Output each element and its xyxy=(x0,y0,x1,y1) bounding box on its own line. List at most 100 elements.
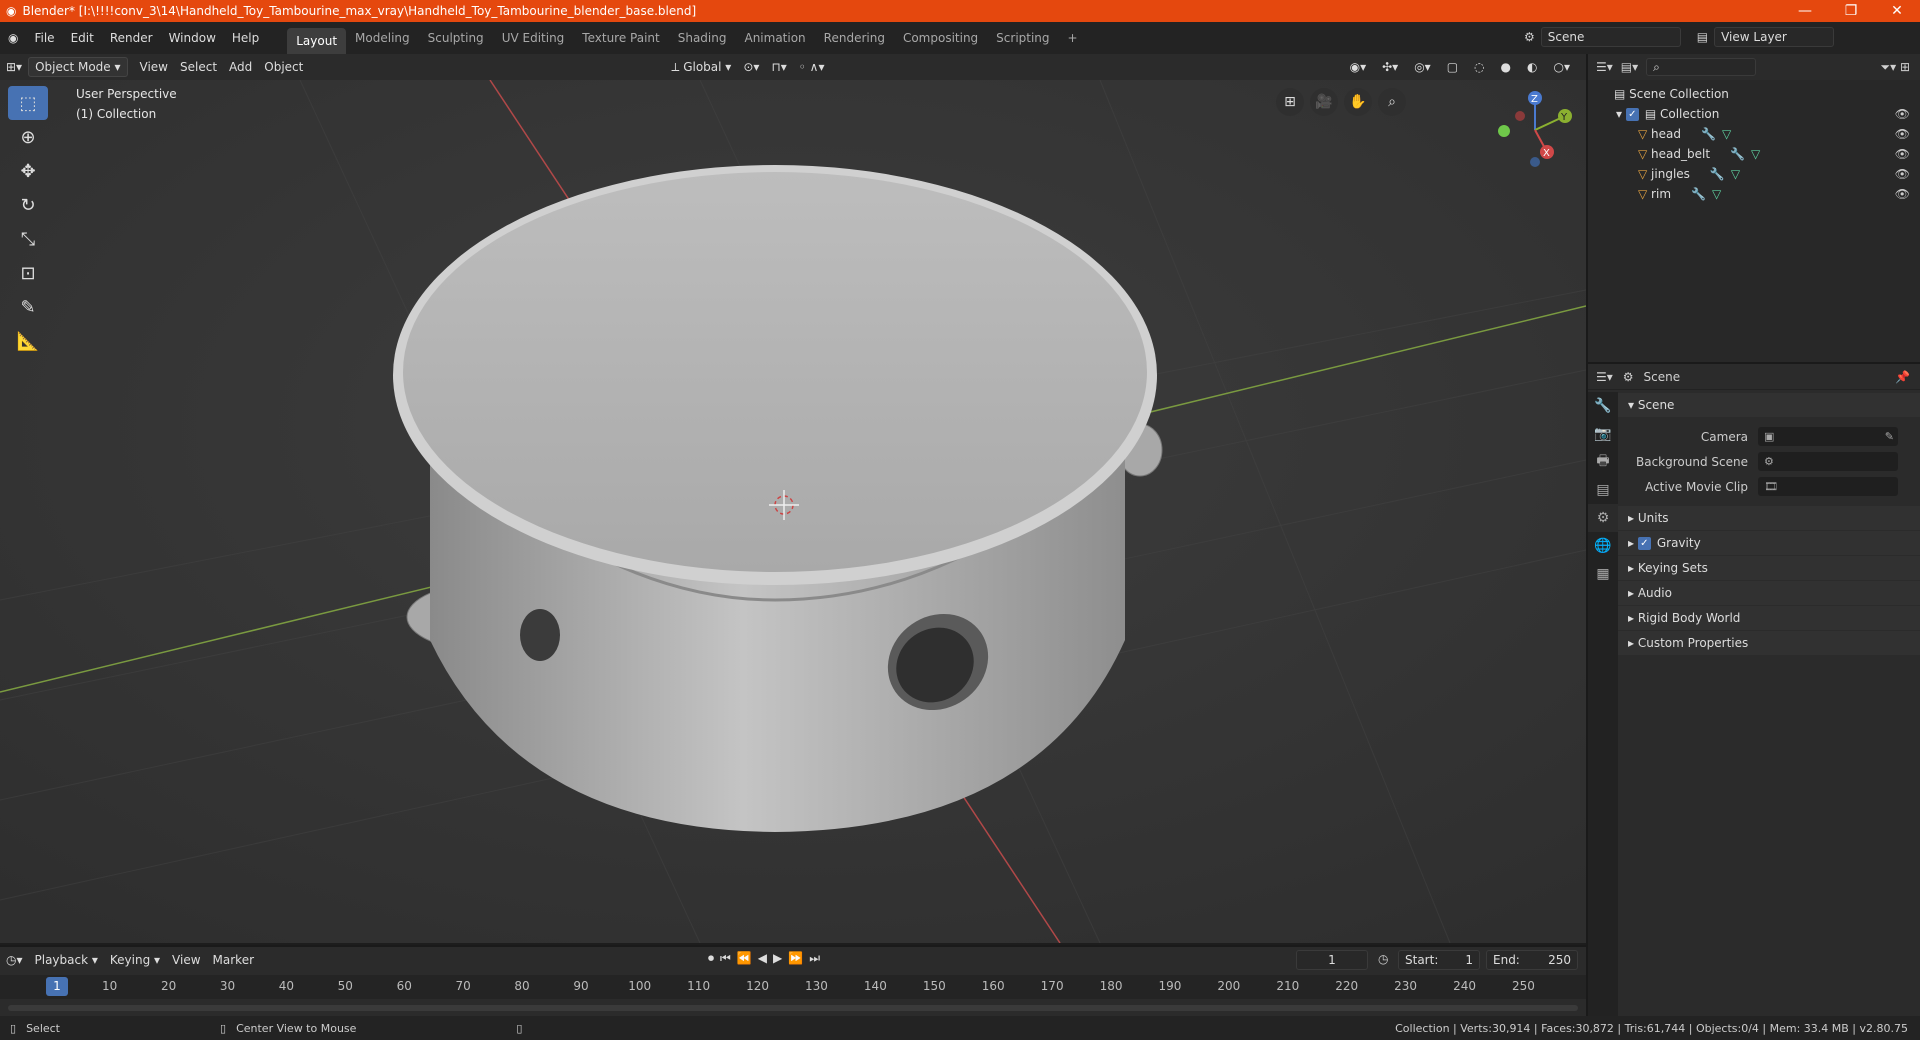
prev-keyframe-icon[interactable]: ⏪ xyxy=(737,951,752,966)
menu-window[interactable]: Window xyxy=(161,22,224,54)
menu-playback[interactable]: Playback ▾ xyxy=(29,950,104,970)
next-keyframe-icon[interactable]: ⏩ xyxy=(788,951,803,966)
proportional-edit-icon[interactable]: ◦ ∧▾ xyxy=(793,57,831,77)
transform-tool-icon[interactable]: ⊡ xyxy=(8,256,48,290)
view-layer-icon[interactable]: ▤ xyxy=(1697,30,1708,44)
gizmo-toggle-icon[interactable]: ✣▾ xyxy=(1376,57,1404,77)
tool-tab-icon[interactable]: 🔧 xyxy=(1588,392,1618,420)
collection-checkbox[interactable]: ✓ xyxy=(1625,107,1639,121)
start-frame-field[interactable]: Start: 1 xyxy=(1398,950,1480,970)
scene-section-header[interactable]: ▾ Scene xyxy=(1618,393,1920,417)
menu-help[interactable]: Help xyxy=(224,22,267,54)
shading-material-icon[interactable]: ◐ xyxy=(1521,57,1543,77)
move-tool-icon[interactable]: ✥ xyxy=(8,154,48,188)
menu-marker[interactable]: Marker xyxy=(207,950,260,970)
cursor-tool-icon[interactable]: ⊕ xyxy=(8,120,48,154)
tab-sculpting[interactable]: Sculpting xyxy=(419,22,493,54)
scene-selector[interactable]: Scene xyxy=(1540,27,1681,47)
scene-icon[interactable]: ⚙ xyxy=(1524,30,1535,44)
menu-select[interactable]: Select xyxy=(174,57,223,77)
timeline-editor-icon[interactable]: ◷▾ xyxy=(0,950,29,970)
gravity-checkbox[interactable]: ✓ xyxy=(1637,536,1651,550)
tab-compositing[interactable]: Compositing xyxy=(894,22,987,54)
camera-field[interactable]: ▣ ✎ xyxy=(1758,427,1898,446)
jump-start-icon[interactable]: ⏮ xyxy=(720,951,731,966)
zoom-icon[interactable]: ⌕ xyxy=(1378,88,1406,116)
filter-icon[interactable]: ⏷▾ ⊞ xyxy=(1881,60,1911,75)
tab-scripting[interactable]: Scripting xyxy=(987,22,1058,54)
outliner-scene-collection[interactable]: ▤ Scene Collection xyxy=(1588,84,1920,104)
rotate-tool-icon[interactable]: ↻ xyxy=(8,188,48,222)
end-frame-field[interactable]: End: 250 xyxy=(1486,950,1578,970)
properties-editor-icon[interactable]: ☰▾ xyxy=(1596,370,1613,384)
blender-menu-icon[interactable]: ◉ xyxy=(0,22,26,54)
tab-rendering[interactable]: Rendering xyxy=(815,22,894,54)
editor-type-icon[interactable]: ⊞▾ xyxy=(0,57,28,77)
add-workspace-button[interactable]: + xyxy=(1059,22,1087,54)
mode-selector[interactable]: Object Mode ▾ xyxy=(28,57,128,77)
display-mode-icon[interactable]: ▤▾ xyxy=(1621,60,1638,74)
overlay-toggle-icon[interactable]: ◎▾ xyxy=(1408,57,1437,77)
expand-arrow-icon[interactable]: ▾ xyxy=(1616,107,1626,121)
outliner-object-rim[interactable]: ▽ rim 🔧 ▽ 👁 xyxy=(1588,184,1920,204)
preview-range-icon[interactable]: ◷ xyxy=(1378,952,1388,966)
annotate-tool-icon[interactable]: ✎ xyxy=(8,290,48,324)
eye-icon[interactable]: 👁 xyxy=(1895,187,1910,201)
tab-uv-editing[interactable]: UV Editing xyxy=(493,22,574,54)
eye-icon[interactable]: 👁 xyxy=(1895,147,1910,161)
current-frame-field[interactable]: 1 xyxy=(1296,950,1368,970)
visibility-icon[interactable]: ◉▾ xyxy=(1344,57,1373,77)
view-layer-tab-icon[interactable]: ▤ xyxy=(1588,476,1618,504)
custom-properties-panel[interactable]: ▸ Custom Properties xyxy=(1618,631,1920,655)
scale-tool-icon[interactable]: ⤡ xyxy=(8,222,48,256)
record-icon[interactable]: ⏺ xyxy=(708,951,714,966)
camera-view-icon[interactable]: 🎥 xyxy=(1310,88,1338,116)
tab-modeling[interactable]: Modeling xyxy=(346,22,419,54)
world-tab-icon[interactable]: 🌐 xyxy=(1588,532,1618,560)
shading-solid-icon[interactable]: ● xyxy=(1495,57,1517,77)
snap-icon[interactable]: ⊓▾ xyxy=(765,57,792,77)
grid-view-icon[interactable]: ⊞ xyxy=(1276,88,1304,116)
outliner-object-head-belt[interactable]: ▽ head_belt 🔧 ▽ 👁 xyxy=(1588,144,1920,164)
gravity-panel[interactable]: ▸ ✓ Gravity xyxy=(1618,531,1920,555)
measure-tool-icon[interactable]: 📐 xyxy=(8,324,48,358)
eye-icon[interactable]: 👁 xyxy=(1895,127,1910,141)
eye-icon[interactable]: 👁 xyxy=(1895,167,1910,181)
menu-file[interactable]: File xyxy=(26,22,62,54)
pin-icon[interactable]: 📌 xyxy=(1895,370,1910,384)
render-tab-icon[interactable]: 📷 xyxy=(1588,420,1618,448)
outliner-search-input[interactable]: ⌕ xyxy=(1646,58,1757,76)
menu-timeline-view[interactable]: View xyxy=(166,950,206,970)
current-frame-indicator[interactable]: 1 xyxy=(46,977,68,996)
outliner-editor-icon[interactable]: ☰▾ xyxy=(1596,60,1613,74)
menu-view[interactable]: View xyxy=(134,57,174,77)
play-icon[interactable]: ▶ xyxy=(773,951,782,966)
menu-edit[interactable]: Edit xyxy=(63,22,102,54)
timeline-scrollbar[interactable] xyxy=(8,1005,1578,1011)
outliner-object-head[interactable]: ▽ head 🔧 ▽ 👁 xyxy=(1588,124,1920,144)
minimize-button[interactable]: — xyxy=(1782,0,1828,22)
eyedropper-icon[interactable]: ✎ xyxy=(1885,430,1894,443)
frame-ruler[interactable]: 1 10 20 30 40 50 60 70 80 90 100 110 120 130 140 150 16… xyxy=(0,975,1586,999)
menu-add[interactable]: Add xyxy=(223,57,258,77)
tab-layout[interactable]: Layout xyxy=(287,28,347,54)
units-panel[interactable]: ▸ Units xyxy=(1618,506,1920,530)
outliner-object-jingles[interactable]: ▽ jingles 🔧 ▽ 👁 xyxy=(1588,164,1920,184)
xray-icon[interactable]: ▢ xyxy=(1441,57,1464,77)
menu-keying[interactable]: Keying ▾ xyxy=(104,950,166,970)
background-scene-field[interactable]: ⚙ xyxy=(1758,452,1898,471)
eye-icon[interactable]: 👁 xyxy=(1895,107,1910,121)
outliner-collection[interactable]: ▾ ✓ ▤ Collection 👁 xyxy=(1588,104,1920,124)
transform-orientation[interactable]: ⟂ Global ▾ xyxy=(665,57,737,77)
tab-texture-paint[interactable]: Texture Paint xyxy=(573,22,668,54)
texture-tab-icon[interactable]: ▦ xyxy=(1588,560,1618,588)
scene-tab-icon[interactable]: ⚙ xyxy=(1588,504,1618,532)
menu-render[interactable]: Render xyxy=(102,22,161,54)
output-tab-icon[interactable]: 🖶 xyxy=(1588,448,1618,476)
active-movie-clip-field[interactable]: 🎞 xyxy=(1758,477,1898,496)
shading-wireframe-icon[interactable]: ◌ xyxy=(1468,57,1490,77)
maximize-button[interactable]: ❐ xyxy=(1828,0,1874,22)
jump-end-icon[interactable]: ⏭ xyxy=(809,951,820,966)
menu-object[interactable]: Object xyxy=(258,57,309,77)
pan-hand-icon[interactable]: ✋ xyxy=(1344,88,1372,116)
